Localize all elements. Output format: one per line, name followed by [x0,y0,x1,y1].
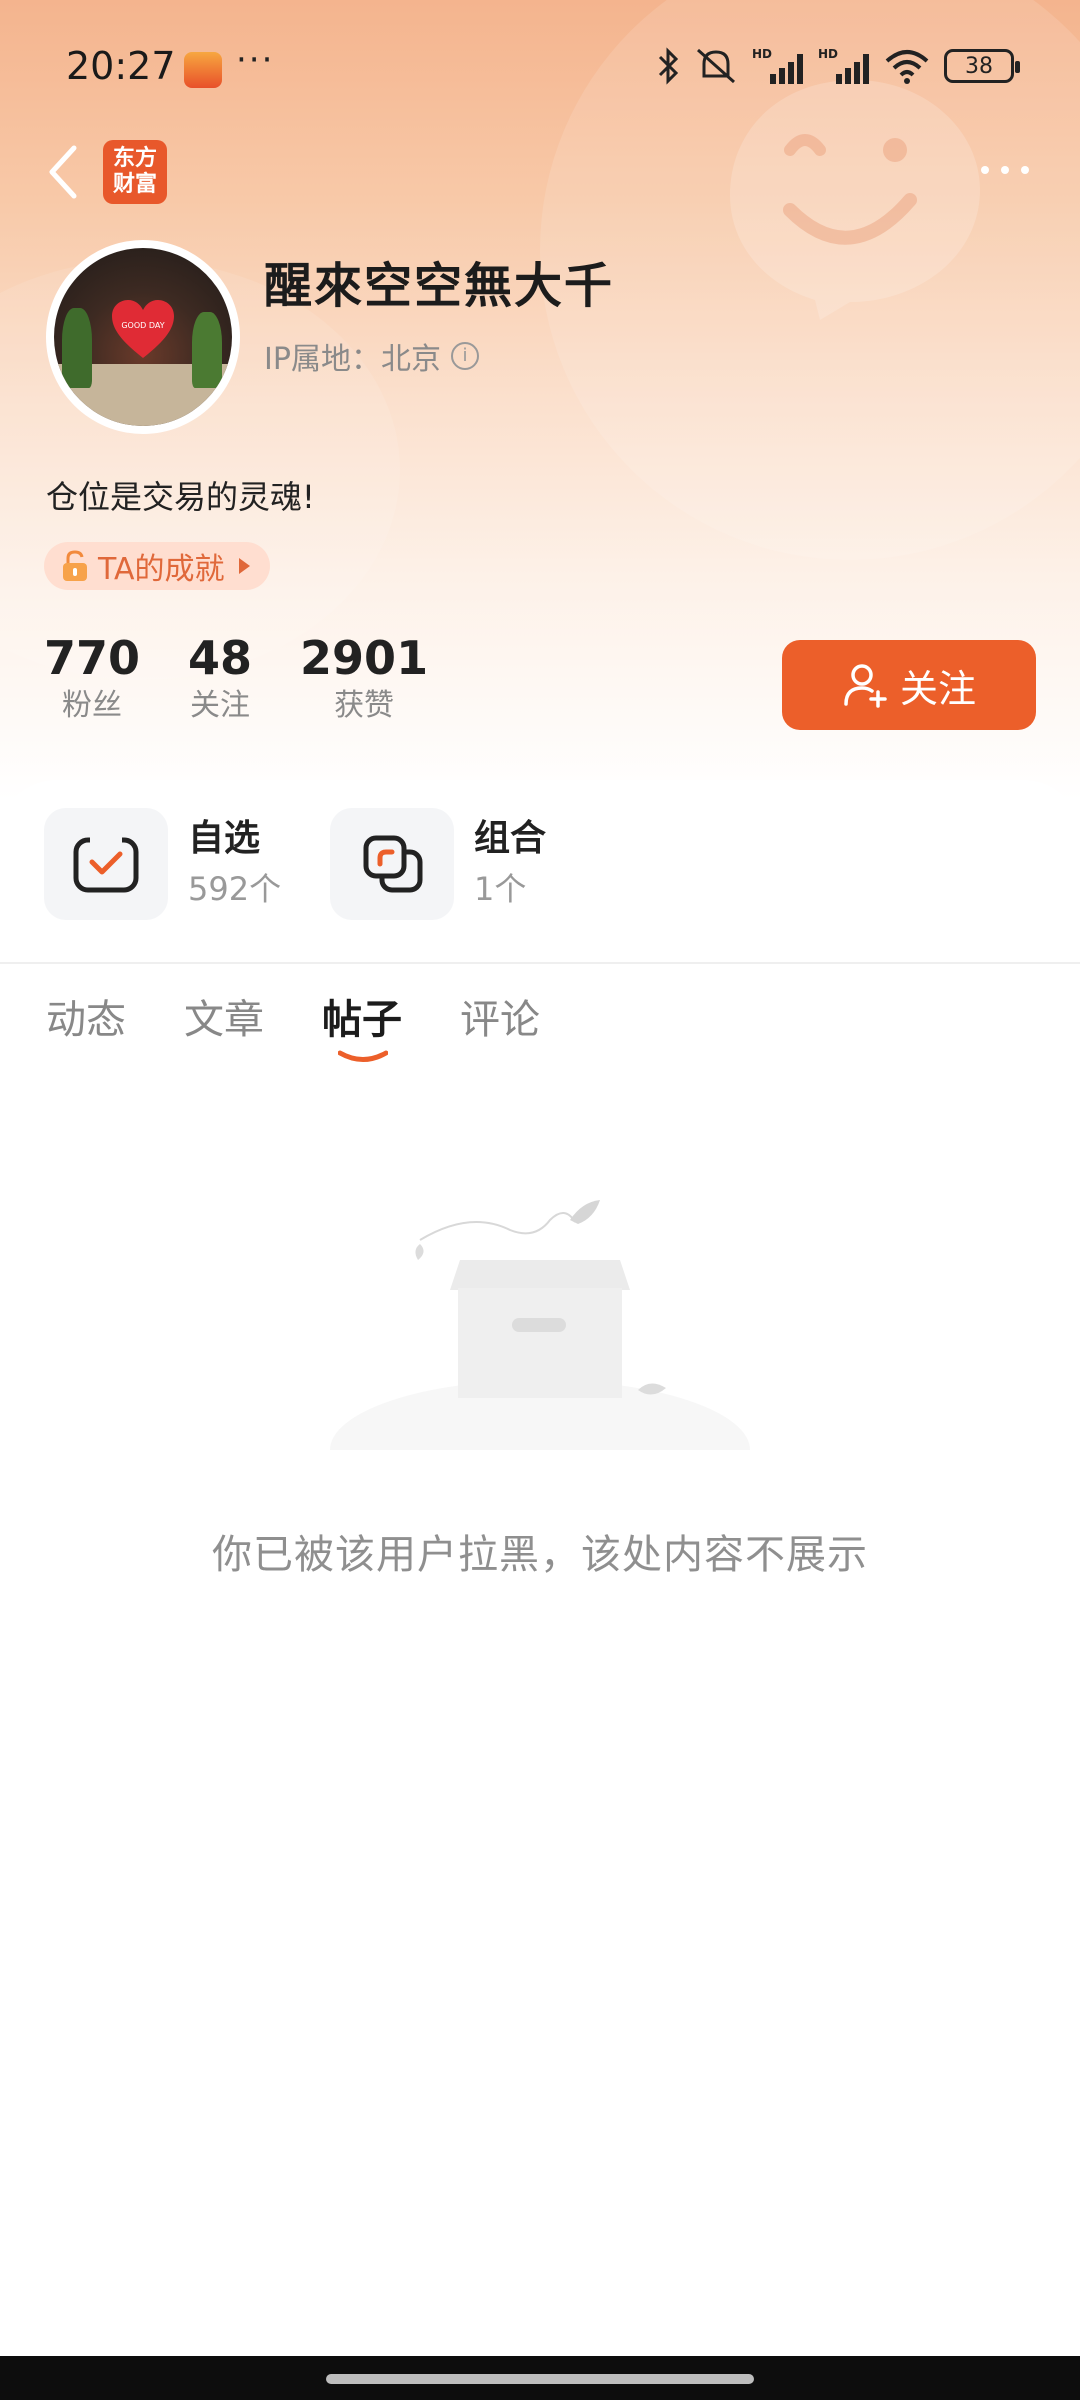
info-icon[interactable]: i [450,342,479,370]
svg-text:HD: HD [752,47,772,61]
stat-label: 关注 [190,688,251,723]
stat-value: 2901 [300,631,429,685]
tab-articles[interactable]: 文章 [184,990,264,1050]
watchlist-icon-box [44,808,168,920]
heart-icon: GOOD DAY [112,300,174,358]
stat-followers[interactable]: 770 粉丝 [44,630,140,726]
avatar[interactable]: GOOD DAY [46,240,240,434]
svg-text:HD: HD [818,47,838,61]
portfolio-title: 组合 [474,818,547,859]
active-tab-indicator [338,1050,388,1062]
username: 醒來空空無大千 [264,258,615,314]
follow-button[interactable]: 关注 [782,640,1036,730]
stats-row: 770 粉丝 48 关注 2901 获赞 [44,630,476,726]
status-bar: 20:27 ··· HD HD 38 [0,0,1080,130]
add-user-icon [844,664,887,708]
ip-location-label: IP属地：北京 [264,342,441,377]
stat-label: 获赞 [334,688,395,723]
status-more-dots: ··· [236,40,275,80]
play-arrow-icon [238,558,250,574]
achievements-label: TA的成就 [98,552,225,587]
achievements-button[interactable]: TA的成就 [44,542,270,590]
section-divider [0,962,1080,964]
app-logo[interactable]: 东方 财富 [103,140,167,204]
stat-value: 770 [44,631,141,685]
notification-app-icon [184,52,222,88]
portfolio-entry[interactable]: 组合 1个 [330,808,546,920]
wifi-icon [885,50,929,84]
stat-label: 粉丝 [62,688,123,723]
avatar-sign-text: GOOD DAY [121,321,164,330]
tab-posts-label: 帖子 [322,997,402,1043]
status-icons: HD HD 38 [656,44,1020,88]
watchlist-entry[interactable]: 自选 592个 [44,808,281,920]
watchlist-title: 自选 [188,818,261,859]
checkbox-icon [73,836,139,893]
blocked-message: 你已被该用户拉黑，该处内容不展示 [212,1532,868,1578]
status-time: 20:27 [66,44,176,88]
stat-value: 48 [188,631,253,685]
avatar-image: GOOD DAY [54,248,232,426]
back-arrow-icon[interactable] [40,142,90,202]
home-indicator[interactable] [326,2374,754,2384]
signal-hd-icon: HD [818,47,869,84]
tab-activity[interactable]: 动态 [46,990,126,1050]
ip-location: IP属地：北京 i [264,334,479,378]
portfolio-count: 1个 [474,870,527,908]
empty-box-illustration [320,1200,760,1460]
watchlist-count: 592个 [188,870,282,908]
portfolio-icon [363,835,423,893]
signal-hd-icon: HD [752,47,803,84]
user-bio: 仓位是交易的灵魂! [46,478,315,516]
follow-button-label: 关注 [899,666,976,711]
stat-likes[interactable]: 2901 获赞 [300,630,428,726]
unlock-icon [63,550,87,581]
mute-icon [697,48,735,84]
more-options-icon[interactable] [975,150,1035,190]
tab-posts[interactable]: 帖子 [322,990,402,1062]
stat-following[interactable]: 48 关注 [188,630,252,726]
bluetooth-icon [658,47,679,85]
tab-comments[interactable]: 评论 [460,990,540,1050]
portfolio-icon-box [330,808,454,920]
content-tabs: 动态 文章 帖子 评论 [46,990,540,1062]
battery-icon: 38 [944,49,1020,83]
